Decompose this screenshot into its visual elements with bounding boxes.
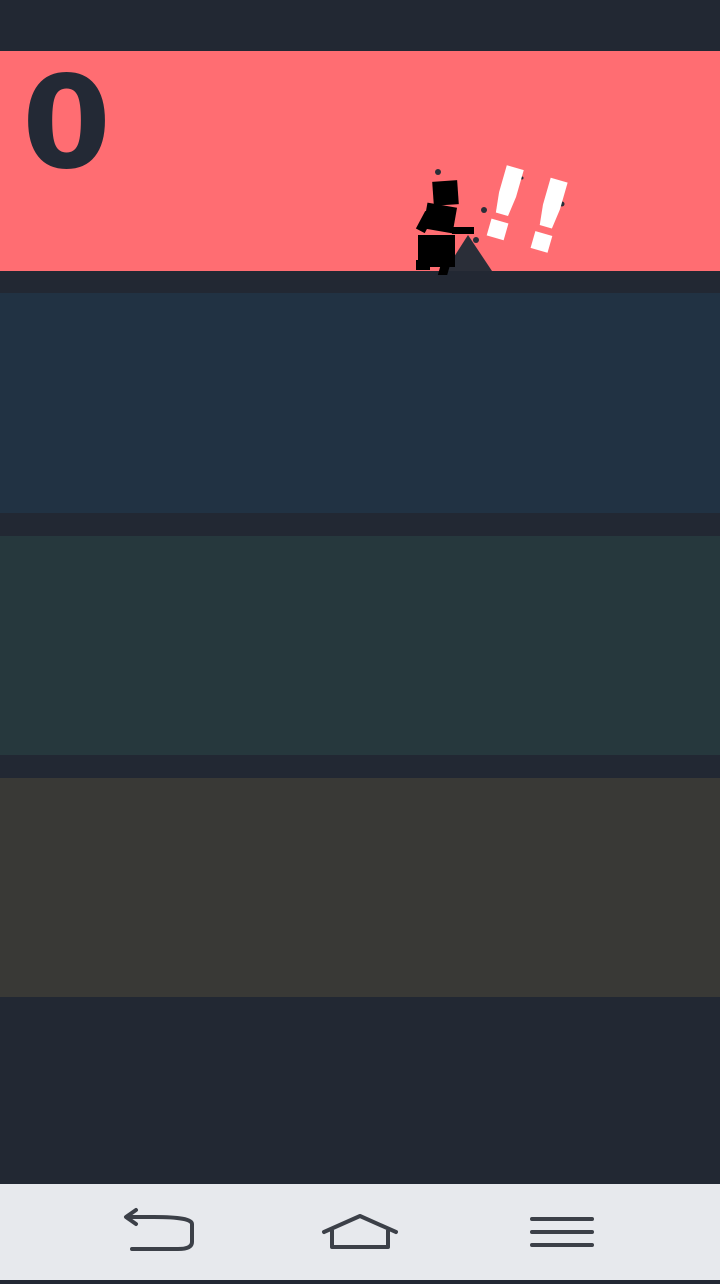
lane-2[interactable] <box>0 293 720 513</box>
back-arrow-icon <box>124 1208 194 1251</box>
game-scene-graphics: !! <box>415 142 587 280</box>
home-icon <box>322 1214 398 1249</box>
game-scene: !! <box>400 142 587 280</box>
home-button[interactable] <box>290 1184 430 1280</box>
alert-exclamation: !! <box>467 150 580 275</box>
system-nav-bar <box>0 1184 720 1280</box>
lane-4[interactable] <box>0 778 720 997</box>
menu-icon <box>530 1217 594 1247</box>
lane-3[interactable] <box>0 536 720 755</box>
menu-button[interactable] <box>492 1184 632 1280</box>
score-counter: 0 <box>22 49 112 198</box>
back-button[interactable] <box>90 1184 230 1280</box>
